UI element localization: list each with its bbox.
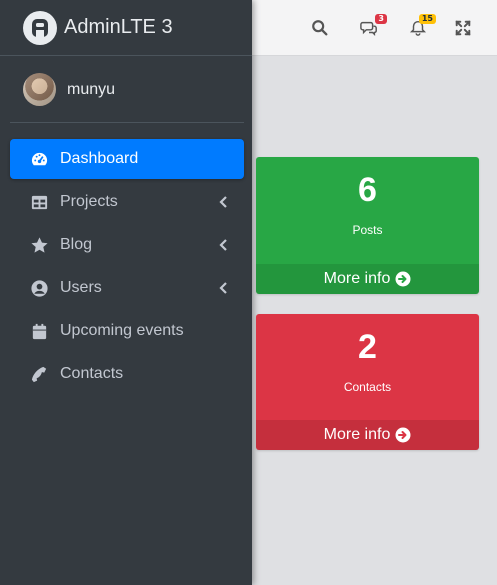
chevron-left-icon — [219, 239, 227, 251]
brand-link[interactable]: AdminLTE 3 — [0, 0, 252, 56]
sidebar-item-label: Projects — [60, 193, 118, 210]
user-name[interactable]: munyu — [67, 81, 115, 99]
sidebar-item-label: Users — [60, 279, 102, 296]
more-info-label: More info — [323, 270, 391, 287]
phone-icon — [29, 364, 49, 384]
sidebar-item-blog[interactable]: Blog — [10, 225, 244, 265]
adminlte-logo-icon — [23, 11, 57, 45]
contacts-card: 2 Contacts More info — [256, 314, 479, 450]
user-panel: munyu — [10, 57, 244, 123]
posts-more-info-link[interactable]: More info — [256, 264, 479, 294]
contacts-more-info-link[interactable]: More info — [256, 420, 479, 450]
expand-icon[interactable] — [452, 17, 474, 39]
search-icon[interactable] — [309, 17, 331, 39]
sidebar-menu: Dashboard Projects Blog Users Upcoming e… — [10, 139, 244, 397]
more-info-label: More info — [323, 426, 391, 443]
messages-button[interactable]: 3 — [358, 14, 387, 39]
tachometer-icon — [29, 149, 49, 169]
sidebar-item-upcoming-events[interactable]: Upcoming events — [10, 311, 244, 351]
sidebar-item-dashboard[interactable]: Dashboard — [10, 139, 244, 179]
sidebar-item-label: Upcoming events — [60, 322, 184, 339]
sidebar-item-contacts[interactable]: Contacts — [10, 354, 244, 394]
messages-badge: 3 — [375, 14, 387, 24]
notifications-badge: 15 — [418, 14, 436, 24]
sidebar-item-label: Dashboard — [60, 150, 139, 167]
arrow-circle-right-icon — [395, 427, 411, 443]
sidebar-item-projects[interactable]: Projects — [10, 182, 244, 222]
star-icon — [29, 235, 49, 255]
brand-title: AdminLTE 3 — [64, 16, 173, 38]
contacts-count: 2 — [358, 328, 377, 366]
contacts-label: Contacts — [343, 380, 392, 394]
notifications-button[interactable]: 15 — [407, 14, 436, 39]
avatar[interactable] — [23, 73, 56, 106]
posts-count: 6 — [358, 171, 377, 209]
calendar-icon — [29, 321, 49, 341]
sidebar-item-label: Blog — [60, 236, 93, 253]
table-icon — [29, 192, 49, 212]
sidebar-item-label: Contacts — [60, 365, 124, 382]
posts-card: 6 Posts More info — [256, 157, 479, 294]
sidebar-item-users[interactable]: Users — [10, 268, 244, 308]
top-navbar: 3 15 — [250, 0, 497, 56]
user-circle-icon — [29, 278, 49, 298]
arrow-circle-right-icon — [395, 271, 411, 287]
chevron-left-icon — [219, 196, 227, 208]
posts-label: Posts — [352, 223, 383, 237]
chevron-left-icon — [219, 282, 227, 294]
main-sidebar: AdminLTE 3 munyu Dashboard Projects Blog — [0, 0, 252, 585]
